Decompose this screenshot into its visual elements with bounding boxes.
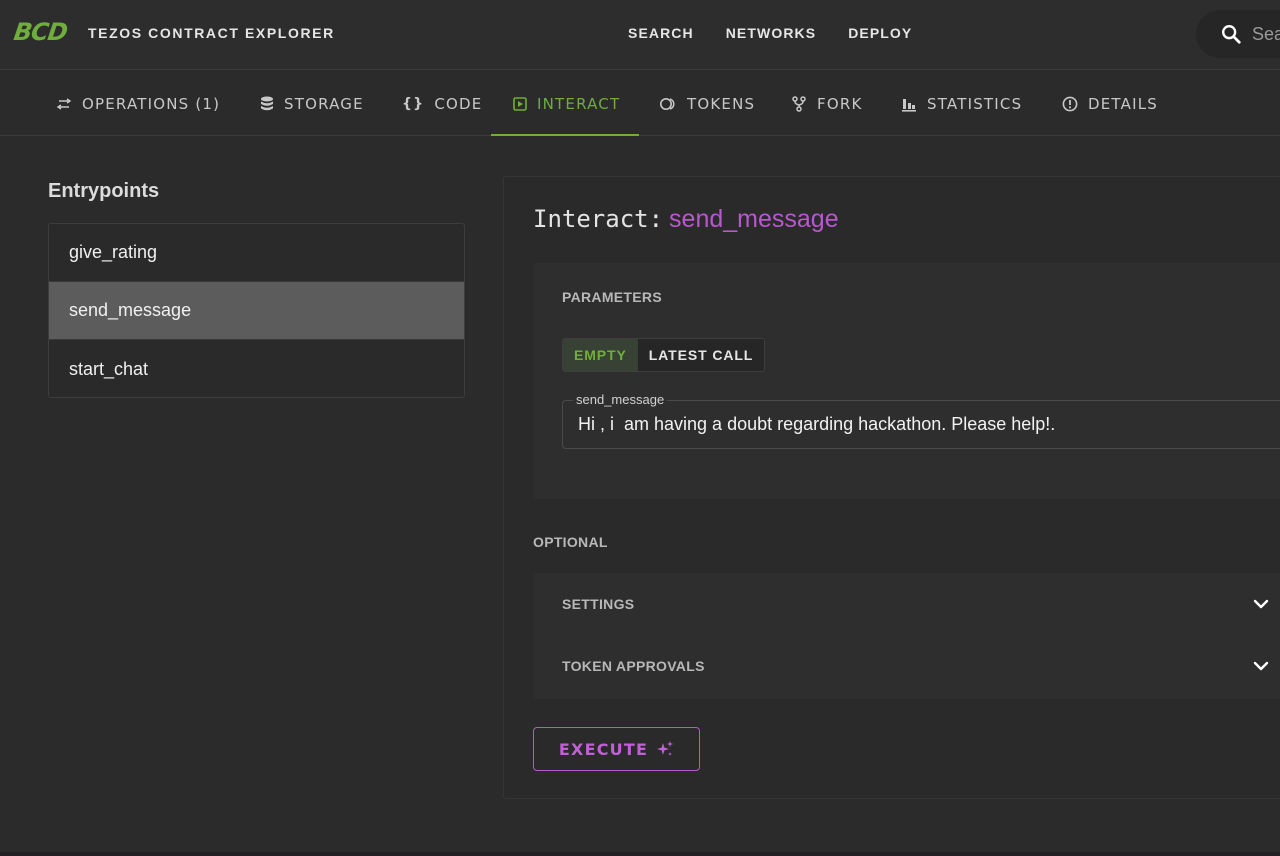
tab-interact[interactable]: INTERACT xyxy=(513,71,620,136)
tokens-icon xyxy=(659,97,677,111)
tab-label: FORK xyxy=(817,94,863,113)
entrypoints-list: give_rating send_message start_chat xyxy=(48,223,465,398)
tab-tokens[interactable]: TOKENS xyxy=(659,71,755,136)
interact-entrypoint-name: send_message xyxy=(669,205,839,233)
execute-button-label: EXECUTE xyxy=(558,739,649,759)
tab-label: CODE xyxy=(434,94,483,113)
tab-label: OPERATIONS (1) xyxy=(82,94,221,113)
parameters-card: PARAMETERS EMPTY LATEST CALL send_messag… xyxy=(533,263,1280,499)
execute-button[interactable]: EXECUTE xyxy=(533,727,700,771)
entrypoint-send-message[interactable]: send_message xyxy=(49,282,464,340)
nav-deploy[interactable]: DEPLOY xyxy=(848,25,912,41)
code-braces-icon: {} xyxy=(402,95,425,112)
tab-storage[interactable]: STORAGE xyxy=(260,71,364,136)
send-message-field-label: send_message xyxy=(573,393,668,407)
entrypoint-start-chat[interactable]: start_chat xyxy=(49,340,464,398)
settings-expander[interactable]: SETTINGS xyxy=(533,573,1280,635)
send-message-field: send_message xyxy=(562,393,1280,449)
tab-label: TOKENS xyxy=(687,94,756,113)
bar-chart-icon xyxy=(901,96,917,112)
tab-label: DETAILS xyxy=(1088,94,1158,113)
fork-icon xyxy=(791,95,807,112)
optional-label: OPTIONAL xyxy=(533,534,608,550)
chevron-down-icon xyxy=(1253,661,1269,671)
search-input[interactable] xyxy=(1250,22,1280,46)
empty-toggle-button[interactable]: EMPTY xyxy=(563,339,638,371)
token-approvals-expander[interactable]: TOKEN APPROVALS xyxy=(533,635,1280,697)
settings-label: SETTINGS xyxy=(562,596,635,612)
bottom-edge xyxy=(0,852,1280,856)
chevron-down-icon xyxy=(1253,599,1269,609)
nav-search[interactable]: SEARCH xyxy=(628,25,694,41)
global-search[interactable] xyxy=(1196,10,1280,58)
bcd-logo[interactable]: BCD xyxy=(12,18,69,46)
token-approvals-label: TOKEN APPROVALS xyxy=(562,658,705,674)
swap-arrows-icon xyxy=(56,97,72,110)
send-message-input[interactable] xyxy=(576,411,1280,437)
parameters-label: PARAMETERS xyxy=(562,289,662,305)
interact-title: Interact: send_message xyxy=(533,205,839,234)
tab-code[interactable]: {} CODE xyxy=(402,71,482,136)
entrypoint-give-rating[interactable]: give_rating xyxy=(49,224,464,282)
nav-networks[interactable]: NETWORKS xyxy=(726,25,816,41)
top-app-bar: BCD TEZOS CONTRACT EXPLORER SEARCH NETWO… xyxy=(0,0,1280,70)
sparkle-icon xyxy=(657,741,674,756)
interact-title-prefix: Interact: xyxy=(533,205,664,233)
top-navigation: SEARCH NETWORKS DEPLOY xyxy=(628,25,912,41)
tab-statistics[interactable]: STATISTICS xyxy=(901,71,1022,136)
tab-details[interactable]: DETAILS xyxy=(1062,71,1158,136)
latest-call-toggle-button[interactable]: LATEST CALL xyxy=(637,339,765,371)
app-title[interactable]: TEZOS CONTRACT EXPLORER xyxy=(88,25,335,41)
parameters-mode-toggle: EMPTY LATEST CALL xyxy=(562,338,766,372)
tab-fork[interactable]: FORK xyxy=(791,71,863,136)
play-box-icon xyxy=(513,96,527,111)
tab-label: STATISTICS xyxy=(927,94,1023,113)
interact-panel: Interact: send_message PARAMETERS EMPTY L… xyxy=(503,176,1280,799)
database-icon xyxy=(260,96,274,111)
entrypoints-heading: Entrypoints xyxy=(48,180,160,202)
tab-label: INTERACT xyxy=(537,94,621,113)
info-circle-icon xyxy=(1062,96,1078,112)
optional-settings-card: SETTINGS TOKEN APPROVALS xyxy=(533,573,1280,699)
tab-label: STORAGE xyxy=(284,94,364,113)
search-icon xyxy=(1222,25,1241,44)
contract-tabs: OPERATIONS (1) STORAGE {} CODE INTERACT xyxy=(0,71,1280,136)
active-tab-indicator xyxy=(491,134,639,136)
tab-operations[interactable]: OPERATIONS (1) xyxy=(56,71,220,136)
